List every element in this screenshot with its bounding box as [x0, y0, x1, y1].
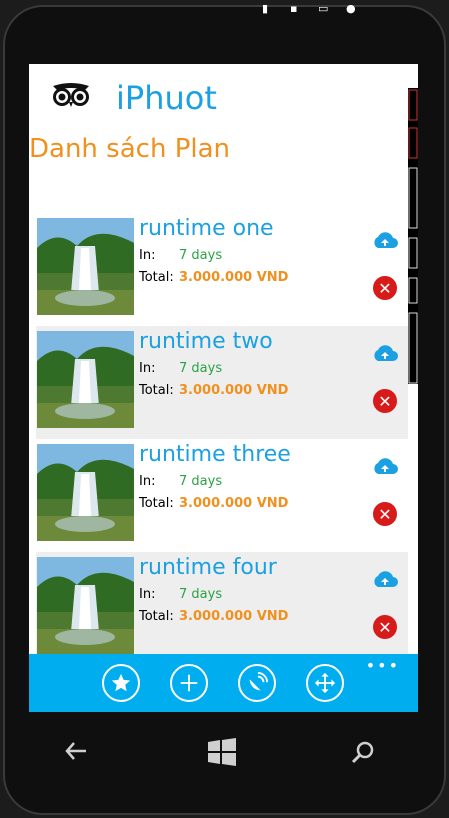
delete-icon[interactable]: ✕ [373, 502, 397, 526]
total-label: Total: [139, 496, 174, 511]
cloud-upload-icon[interactable] [371, 343, 399, 363]
in-label: In: [139, 248, 156, 263]
plan-days: 7 days [179, 587, 223, 602]
more-options-button[interactable]: ••• [366, 656, 400, 675]
plan-duration-row: In: 7 days [139, 361, 222, 376]
plan-days: 7 days [179, 248, 223, 263]
delete-icon[interactable]: ✕ [373, 276, 397, 300]
app-screen: iPhuot Danh sách Plan runtime one In: 7 … [29, 64, 418, 712]
add-button[interactable] [170, 664, 208, 702]
plan-name: runtime two [139, 329, 273, 354]
plan-item[interactable]: runtime four In: 7 days Total: 3.000.000… [36, 552, 408, 665]
plan-name: runtime one [139, 216, 274, 241]
favorite-button[interactable] [102, 664, 140, 702]
plan-thumbnail [37, 218, 134, 315]
plan-total-row: Total: 3.000.000 VND [139, 609, 288, 624]
in-label: In: [139, 587, 156, 602]
plan-total-row: Total: 3.000.000 VND [139, 270, 288, 285]
app-title: iPhuot [116, 79, 217, 117]
plan-total-row: Total: 3.000.000 VND [139, 496, 288, 511]
plan-total: 3.000.000 VND [179, 383, 289, 398]
plan-item[interactable]: runtime two In: 7 days Total: 3.000.000 … [36, 326, 408, 439]
satellite-icon [249, 672, 268, 691]
delete-icon[interactable]: ✕ [373, 389, 397, 413]
total-label: Total: [139, 383, 174, 398]
owl-logo-icon [53, 83, 89, 107]
plan-thumbnail [37, 444, 134, 541]
status-bar: ▮ ▪ ▭ ● [0, 0, 449, 20]
in-label: In: [139, 474, 156, 489]
plan-list: runtime one In: 7 days Total: 3.000.000 … [36, 213, 408, 665]
satellite-button[interactable] [238, 664, 276, 702]
cloud-upload-icon[interactable] [371, 230, 399, 250]
add-icon [180, 674, 198, 692]
plan-duration-row: In: 7 days [139, 474, 222, 489]
plan-total: 3.000.000 VND [179, 270, 289, 285]
total-label: Total: [139, 270, 174, 285]
plan-days: 7 days [179, 361, 223, 376]
plan-days: 7 days [179, 474, 223, 489]
app-header: iPhuot [29, 64, 418, 134]
clock-icon: ● [346, 2, 356, 15]
plan-duration-row: In: 7 days [139, 587, 222, 602]
battery-icon: ▭ [318, 2, 329, 15]
plan-thumbnail [37, 557, 134, 654]
signal-icon: ▮ [262, 2, 269, 15]
plan-duration-row: In: 7 days [139, 248, 222, 263]
move-button[interactable] [306, 664, 344, 702]
debug-counter-strip [408, 88, 418, 384]
plan-total-row: Total: 3.000.000 VND [139, 383, 288, 398]
plan-name: runtime four [139, 555, 277, 580]
cloud-upload-icon[interactable] [371, 569, 399, 589]
plan-thumbnail [37, 331, 134, 428]
app-bar: ••• [29, 654, 418, 712]
delete-icon[interactable]: ✕ [373, 615, 397, 639]
total-label: Total: [139, 609, 174, 624]
plan-total: 3.000.000 VND [179, 496, 289, 511]
plan-name: runtime three [139, 442, 291, 467]
in-label: In: [139, 361, 156, 376]
back-icon[interactable] [64, 740, 88, 762]
plan-item[interactable]: runtime one In: 7 days Total: 3.000.000 … [36, 213, 408, 326]
search-icon[interactable] [351, 740, 375, 764]
windows-start-icon[interactable] [207, 738, 237, 766]
cloud-upload-icon[interactable] [371, 456, 399, 476]
plan-total: 3.000.000 VND [179, 609, 289, 624]
page-title: Danh sách Plan [29, 134, 231, 164]
move-icon [314, 672, 336, 694]
star-icon [111, 673, 131, 692]
network-icon: ▪ [290, 2, 298, 15]
plan-item[interactable]: runtime three In: 7 days Total: 3.000.00… [36, 439, 408, 552]
